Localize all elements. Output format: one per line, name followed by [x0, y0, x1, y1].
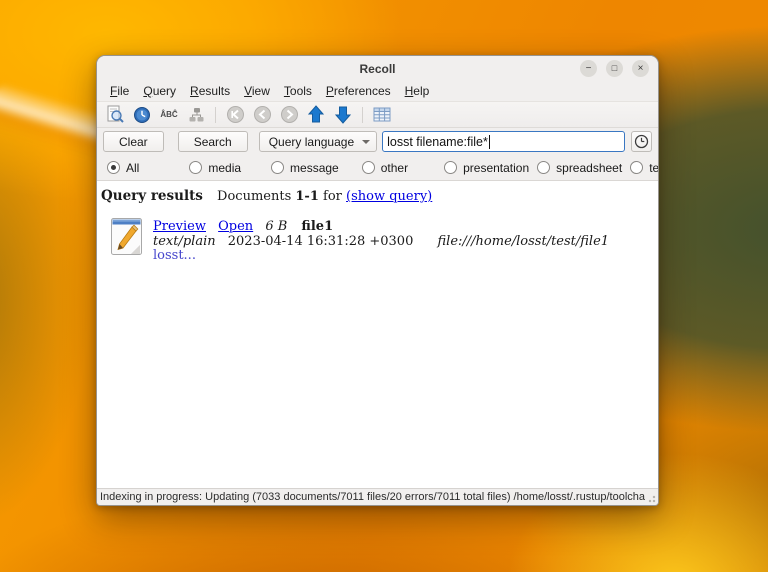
sort-by-dates-icon[interactable] [132, 105, 152, 125]
first-page-icon[interactable] [225, 105, 245, 125]
result-text: Preview Open 6 B file1 text/plain 2023-0… [153, 218, 609, 263]
status-bar: Indexing in progress: Updating (7033 doc… [97, 488, 658, 505]
result-mimetype: text/plain [153, 234, 216, 249]
close-button[interactable]: × [632, 60, 649, 77]
menu-bar: File Query Results View Tools Preference… [97, 81, 658, 102]
window-title: Recoll [97, 56, 658, 81]
radio-icon [189, 161, 202, 174]
recoll-window: Recoll − □ × File Query Results View Too… [96, 55, 659, 506]
radio-icon [362, 161, 375, 174]
radio-icon [630, 161, 643, 174]
advanced-search-icon[interactable] [105, 105, 125, 125]
menu-file[interactable]: File [103, 82, 136, 100]
search-mode-value: Query language [269, 135, 354, 149]
result-table-icon[interactable] [372, 105, 392, 125]
toolbar: ÂBĈ [97, 102, 658, 128]
window-controls: − □ × [580, 60, 649, 77]
toolbar-separator [215, 107, 216, 123]
documents-label: Documents [217, 189, 291, 204]
search-input[interactable]: losst filename:file* [382, 131, 625, 152]
result-item: Preview Open 6 B file1 text/plain 2023-0… [101, 218, 654, 263]
filter-media[interactable]: media [189, 161, 241, 175]
results-header: Query results Documents 1-1 for (show qu… [101, 188, 654, 218]
text-caret [489, 135, 490, 149]
results-title: Query results [101, 188, 203, 204]
open-link[interactable]: Open [218, 219, 253, 234]
maximize-icon: □ [612, 64, 617, 73]
previous-page-icon[interactable] [252, 105, 272, 125]
search-input-value: losst filename:file* [387, 135, 488, 149]
minimize-icon: − [586, 64, 592, 74]
status-text: Indexing in progress: Updating (7033 doc… [100, 491, 645, 503]
menu-help[interactable]: Help [398, 82, 437, 100]
clear-button[interactable]: Clear [103, 131, 164, 152]
resize-grip[interactable] [646, 493, 656, 503]
results-area: Query results Documents 1-1 for (show qu… [97, 180, 658, 488]
text-file-icon [111, 218, 142, 255]
menu-query[interactable]: Query [136, 82, 183, 100]
show-query-link[interactable]: (show query) [346, 189, 432, 204]
result-abstract: losst... [153, 249, 609, 263]
scroll-down-icon[interactable] [333, 105, 353, 125]
filter-spreadsheet[interactable]: spreadsheet [537, 161, 622, 175]
clock-icon [634, 134, 649, 149]
search-button[interactable]: Search [178, 131, 248, 152]
menu-preferences[interactable]: Preferences [319, 82, 398, 100]
result-size: 6 B [265, 219, 287, 234]
filter-presentation[interactable]: presentation [444, 161, 529, 175]
preview-link[interactable]: Preview [153, 219, 206, 234]
radio-icon [107, 161, 120, 174]
chevron-down-icon [362, 140, 370, 144]
result-url: file:///home/losst/test/file1 [438, 234, 610, 249]
maximize-button[interactable]: □ [606, 60, 623, 77]
titlebar[interactable]: Recoll − □ × [97, 56, 658, 81]
menu-tools[interactable]: Tools [277, 82, 319, 100]
radio-icon [271, 161, 284, 174]
sort-parameters-icon[interactable] [186, 105, 206, 125]
history-button[interactable] [631, 131, 652, 152]
minimize-button[interactable]: − [580, 60, 597, 77]
next-page-icon[interactable] [279, 105, 299, 125]
term-explorer-icon[interactable]: ÂBĈ [159, 105, 179, 125]
radio-icon [444, 161, 457, 174]
scroll-up-icon[interactable] [306, 105, 326, 125]
search-row: Clear Search Query language losst filena… [97, 128, 658, 155]
radio-icon [537, 161, 550, 174]
toolbar-separator [362, 107, 363, 123]
result-date: 2023-04-14 16:31:28 +0300 [228, 234, 414, 249]
filter-all[interactable]: All [107, 161, 139, 175]
menu-results[interactable]: Results [183, 82, 237, 100]
filter-row: All media message other presentation spr… [97, 155, 658, 180]
result-filename: file1 [301, 219, 333, 234]
documents-range: 1-1 [295, 189, 319, 204]
menu-view[interactable]: View [237, 82, 277, 100]
filter-text[interactable]: text [630, 161, 659, 175]
close-icon: × [638, 64, 644, 74]
filter-other[interactable]: other [362, 161, 408, 175]
filter-message[interactable]: message [271, 161, 339, 175]
search-mode-select[interactable]: Query language [259, 131, 377, 152]
desktop-wallpaper: Recoll − □ × File Query Results View Too… [0, 0, 768, 572]
